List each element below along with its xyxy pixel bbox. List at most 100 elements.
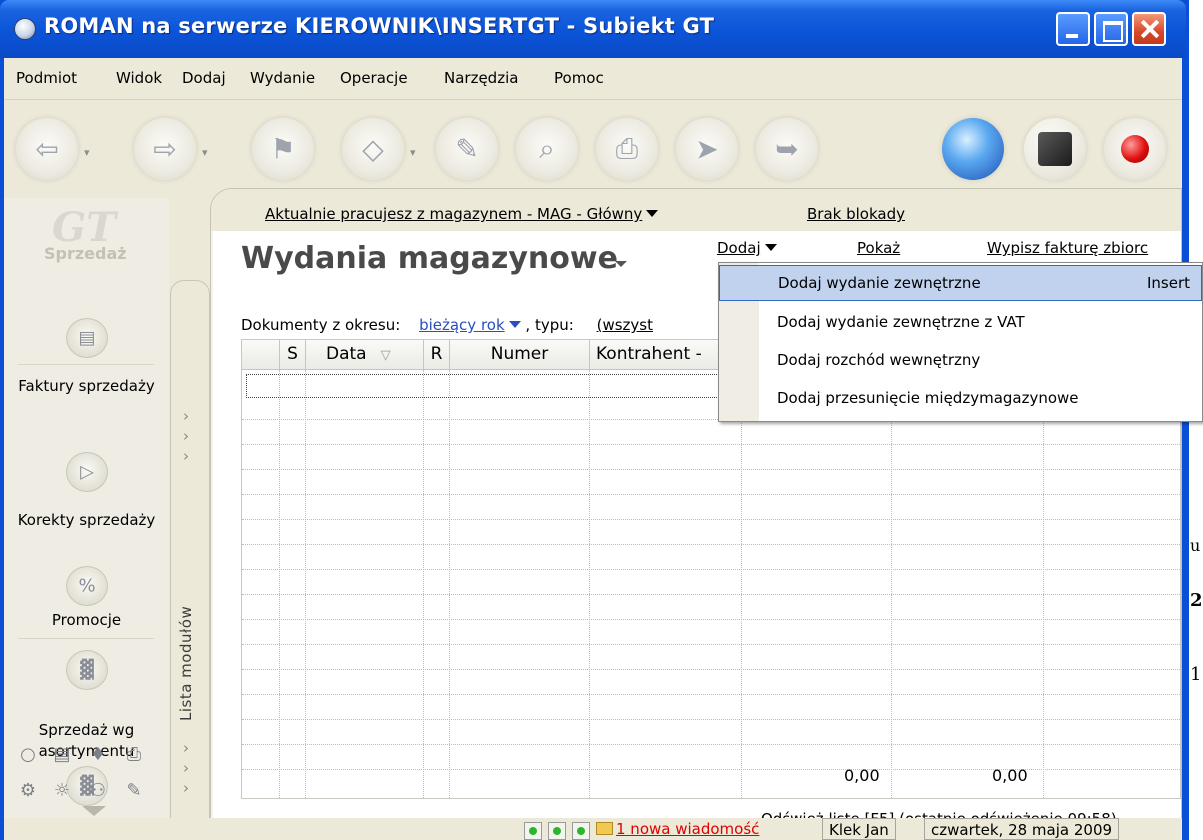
- toolbar: ⇦ ▾ ⇨ ▾ ⚑ ◇ ▾ ✎ ⌕ ⎙ ➤ ➥: [4, 100, 1182, 198]
- status-bar: 1 nowa wiadomość Klek Jan czwartek, 28 m…: [4, 818, 1182, 840]
- chevron-right-icon: ›: [183, 779, 189, 797]
- show-link[interactable]: Pokaż: [857, 239, 900, 257]
- cube-button[interactable]: [1024, 118, 1086, 180]
- shortcut-label: Insert: [1147, 274, 1191, 292]
- info-bar: Aktualnie pracujesz z magazynem - MAG - …: [211, 189, 1181, 231]
- table-row[interactable]: [242, 520, 1180, 545]
- add-dropdown-menu: Dodaj wydanie zewnętrzne Insert Dodaj wy…: [718, 262, 1203, 422]
- eraser-button[interactable]: ◇: [342, 118, 404, 180]
- nav-divider: [18, 364, 154, 365]
- send-button[interactable]: ➤: [676, 118, 738, 180]
- filter-row: Dokumenty z okresu: bieżący rok , typu: …: [241, 316, 653, 334]
- table-row[interactable]: [242, 570, 1180, 595]
- search-icon: ⌕: [539, 132, 555, 165]
- user-icon[interactable]: ⚇: [86, 780, 110, 804]
- table-row[interactable]: [242, 720, 1180, 745]
- table-row[interactable]: [242, 495, 1180, 520]
- chevron-down-icon[interactable]: ▾: [84, 146, 90, 159]
- add-link[interactable]: Dodaj: [717, 239, 777, 257]
- printer-icon: ⎙: [615, 132, 639, 165]
- module-list-strip[interactable]: › › › Lista modułów › › ›: [170, 280, 210, 840]
- menu-item-add-warehouse-transfer[interactable]: Dodaj przesunięcie międzymagazynowe: [719, 381, 1202, 417]
- menu-dodaj[interactable]: Dodaj: [182, 69, 226, 87]
- menu-item-add-internal-issue[interactable]: Dodaj rozchód wewnętrzny: [719, 343, 1202, 379]
- search-button[interactable]: ⌕: [516, 118, 578, 180]
- status-date: czwartek, 28 maja 2009: [924, 818, 1120, 840]
- page-title[interactable]: Wydania magazynowe: [241, 241, 618, 276]
- table-row[interactable]: [242, 695, 1180, 720]
- collective-invoice-link[interactable]: Wypisz fakturę zbiorc: [987, 239, 1148, 257]
- chart-icon: ▓: [66, 650, 108, 690]
- chevron-down-icon[interactable]: ▾: [202, 146, 208, 159]
- column-header[interactable]: [242, 340, 280, 370]
- back-button[interactable]: ⇦: [16, 118, 78, 180]
- warehouse-link[interactable]: Aktualnie pracujesz z magazynem - MAG - …: [265, 205, 659, 223]
- table-row[interactable]: [242, 445, 1180, 470]
- coins-icon[interactable]: ▤: [50, 744, 74, 768]
- back-icon: ⇦: [35, 132, 59, 166]
- table-row[interactable]: [242, 470, 1180, 495]
- receive-button[interactable]: ➥: [756, 118, 818, 180]
- chevron-right-icon: ›: [183, 759, 189, 777]
- record-button[interactable]: [1104, 118, 1166, 180]
- table-row[interactable]: [242, 745, 1180, 770]
- maximize-button[interactable]: [1094, 12, 1128, 46]
- eraser-icon: ◇: [362, 132, 384, 166]
- menu-podmiot[interactable]: Podmiot: [16, 69, 77, 87]
- print-button[interactable]: ⚑: [252, 118, 314, 180]
- status-user: Klek Jan: [822, 818, 896, 840]
- title-bar[interactable]: ROMAN na serwerze KIEROWNIK\INSERTGT - S…: [0, 0, 1186, 58]
- minimize-button[interactable]: [1056, 12, 1090, 46]
- period-selector[interactable]: bieżący rok: [419, 316, 521, 334]
- circle-icon[interactable]: ○: [16, 744, 40, 768]
- stamp-icon[interactable]: ♦: [86, 744, 110, 768]
- chevron-down-icon[interactable]: ▾: [410, 146, 416, 159]
- menu-widok[interactable]: Widok: [116, 69, 162, 87]
- new-message-link[interactable]: 1 nowa wiadomość: [616, 820, 759, 838]
- menu-item-add-external-issue[interactable]: Dodaj wydanie zewnętrzne Insert: [719, 265, 1202, 301]
- pen-icon[interactable]: ✎: [122, 780, 146, 804]
- type-selector[interactable]: (wszyst: [597, 316, 653, 334]
- window-title: ROMAN na serwerze KIEROWNIK\INSERTGT - S…: [44, 14, 715, 38]
- column-header-status[interactable]: S: [280, 340, 306, 370]
- chevron-down-icon[interactable]: [615, 261, 627, 267]
- module-list-label: Lista modułów: [177, 605, 195, 721]
- envelope-icon[interactable]: [596, 822, 613, 835]
- table-row[interactable]: [242, 620, 1180, 645]
- forward-button[interactable]: ⇨: [134, 118, 196, 180]
- tools-icon[interactable]: ⚙: [16, 780, 40, 804]
- menu-bar: Podmiot Widok Dodaj Wydanie Operacje Nar…: [4, 58, 1182, 100]
- selected-row-focus[interactable]: [246, 374, 721, 398]
- nav-item-label: Korekty sprzedaży: [17, 511, 156, 529]
- close-button[interactable]: [1132, 12, 1166, 46]
- receive-icon: ➥: [775, 132, 799, 166]
- globe-button[interactable]: [942, 118, 1004, 180]
- menu-operacje[interactable]: Operacje: [340, 69, 408, 87]
- edit-icon: ✎: [455, 132, 479, 166]
- table-row[interactable]: [242, 420, 1180, 445]
- printer-button[interactable]: ⎙: [596, 118, 658, 180]
- settings-icon[interactable]: ☼: [50, 780, 74, 804]
- app-icon[interactable]: [14, 18, 36, 40]
- coins-icon: ▤: [66, 318, 108, 358]
- chevron-right-icon: ›: [183, 407, 189, 425]
- nav-scroll-down-icon[interactable]: [82, 806, 106, 816]
- edit-button[interactable]: ✎: [436, 118, 498, 180]
- cube-icon: [1038, 132, 1072, 166]
- table-row[interactable]: [242, 595, 1180, 620]
- menu-pomoc[interactable]: Pomoc: [554, 69, 604, 87]
- table-row[interactable]: [242, 670, 1180, 695]
- menu-item-add-external-issue-vat[interactable]: Dodaj wydanie zewnętrzne z VAT: [719, 305, 1202, 341]
- menu-narzedzia[interactable]: Narzędzia: [444, 69, 518, 87]
- chevron-right-icon: ›: [183, 447, 189, 465]
- table-row[interactable]: [242, 645, 1180, 670]
- lock-status-link[interactable]: Brak blokady: [807, 205, 905, 223]
- printer-icon[interactable]: ⎙: [122, 744, 146, 768]
- column-header-date[interactable]: Data ▽: [306, 340, 424, 370]
- menu-wydanie[interactable]: Wydanie: [250, 69, 315, 87]
- nav-item-label: Faktury sprzedaży: [18, 377, 155, 395]
- column-header-r[interactable]: R: [424, 340, 450, 370]
- print-icon: ⚑: [270, 132, 296, 166]
- table-row[interactable]: [242, 545, 1180, 570]
- column-header-number[interactable]: Numer: [450, 340, 590, 370]
